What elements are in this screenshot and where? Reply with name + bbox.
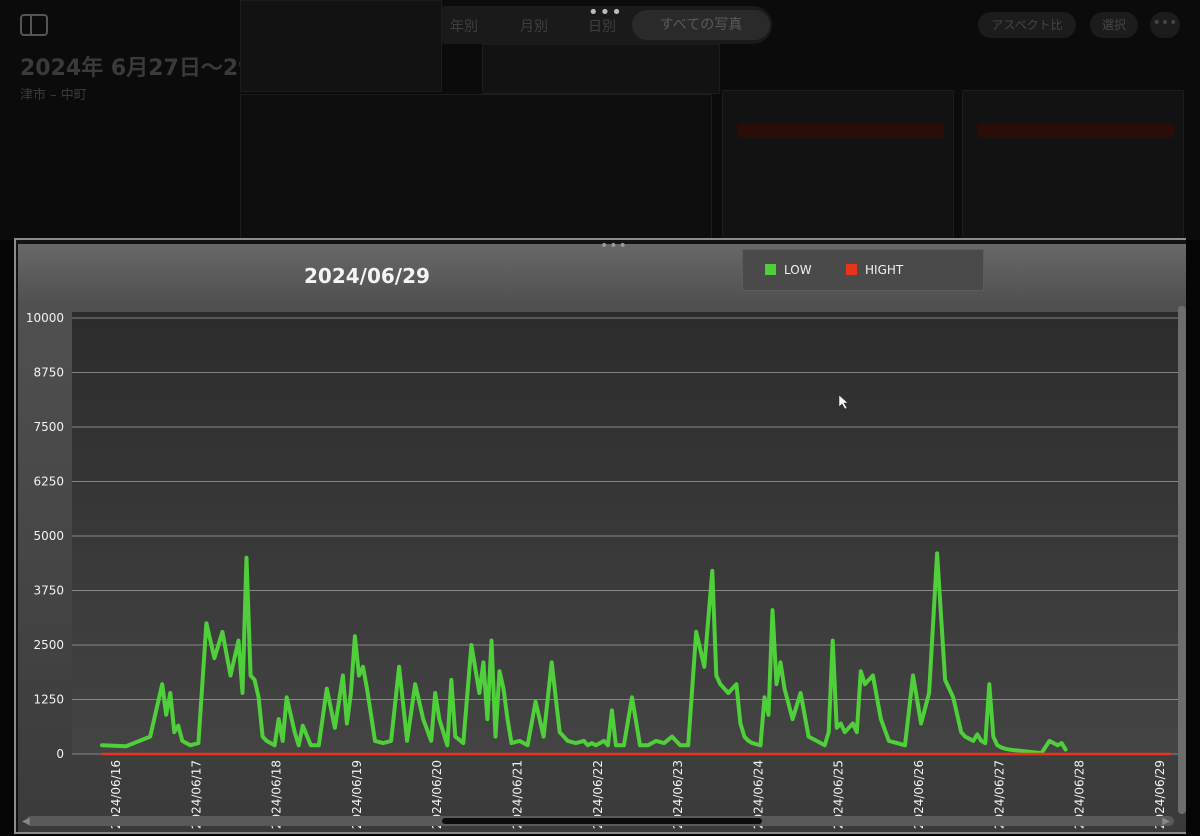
mouse-pointer-icon [838, 394, 849, 410]
photo-thumbnail[interactable] [482, 44, 720, 94]
home-indicator [442, 818, 762, 824]
photo-thumbnail[interactable] [962, 90, 1184, 242]
more-button[interactable]: ••• [1150, 12, 1180, 38]
multitask-dots-icon[interactable]: ••• [588, 2, 623, 23]
legend-swatch-low [765, 264, 776, 275]
legend-swatch-high [846, 264, 857, 275]
vertical-scrollbar[interactable] [1178, 306, 1186, 814]
aspect-ratio-button[interactable]: アスペクト比 [978, 12, 1076, 38]
scroll-right-arrow-icon[interactable]: ▶ [1162, 816, 1170, 827]
y-tick-label: 10000 [26, 311, 64, 325]
segment-month[interactable]: 月別 [520, 16, 548, 36]
y-tick-label: 6250 [33, 475, 64, 489]
y-tick-label: 5000 [33, 529, 64, 543]
page-subtitle: 津市 – 中町 [20, 88, 87, 103]
chart-legend: LOW HIGHT [742, 249, 984, 291]
legend-item-high[interactable]: HIGHT [846, 263, 903, 277]
background-app: 2024年 6月27日～29日 津市 – 中町 年別 月別 日別 すべての写真 … [0, 0, 1200, 242]
scroll-left-arrow-icon[interactable]: ◀ [22, 816, 30, 827]
page-title: 2024年 6月27日～29日 [20, 56, 276, 81]
y-tick-label: 3750 [33, 584, 64, 598]
segment-year[interactable]: 年別 [450, 16, 478, 36]
legend-label-low: LOW [784, 263, 812, 277]
y-tick-label: 0 [56, 747, 64, 761]
sidebar-toggle-icon[interactable] [20, 14, 48, 36]
line-chart: 01250250037505000625075008750100002024/0… [26, 311, 1184, 829]
photo-thumbnail[interactable] [722, 90, 954, 242]
segment-all-photos[interactable]: すべての写真 [632, 10, 770, 40]
photo-thumbnail[interactable] [240, 94, 712, 242]
y-tick-label: 1250 [33, 693, 64, 707]
select-button[interactable]: 選択 [1090, 12, 1138, 38]
chart-window: ••• 0 1250 2500 3750 5000 6250 7500 8750 10000 20… [14, 238, 1186, 834]
thumbnail-bar [978, 124, 1174, 138]
legend-item-low[interactable]: LOW [765, 263, 812, 277]
thumbnail-bar [738, 124, 944, 138]
photo-thumbnail[interactable] [240, 0, 442, 92]
chart-panel: ••• 0 1250 2500 3750 5000 6250 7500 8750 10000 20… [18, 238, 1186, 832]
legend-label-high: HIGHT [865, 263, 904, 277]
chart-title: 2024/06/29 [304, 264, 430, 288]
y-tick-label: 7500 [33, 420, 64, 434]
plot-area [72, 312, 1184, 754]
y-tick-label: 8750 [33, 366, 64, 380]
y-tick-label: 2500 [33, 638, 64, 652]
